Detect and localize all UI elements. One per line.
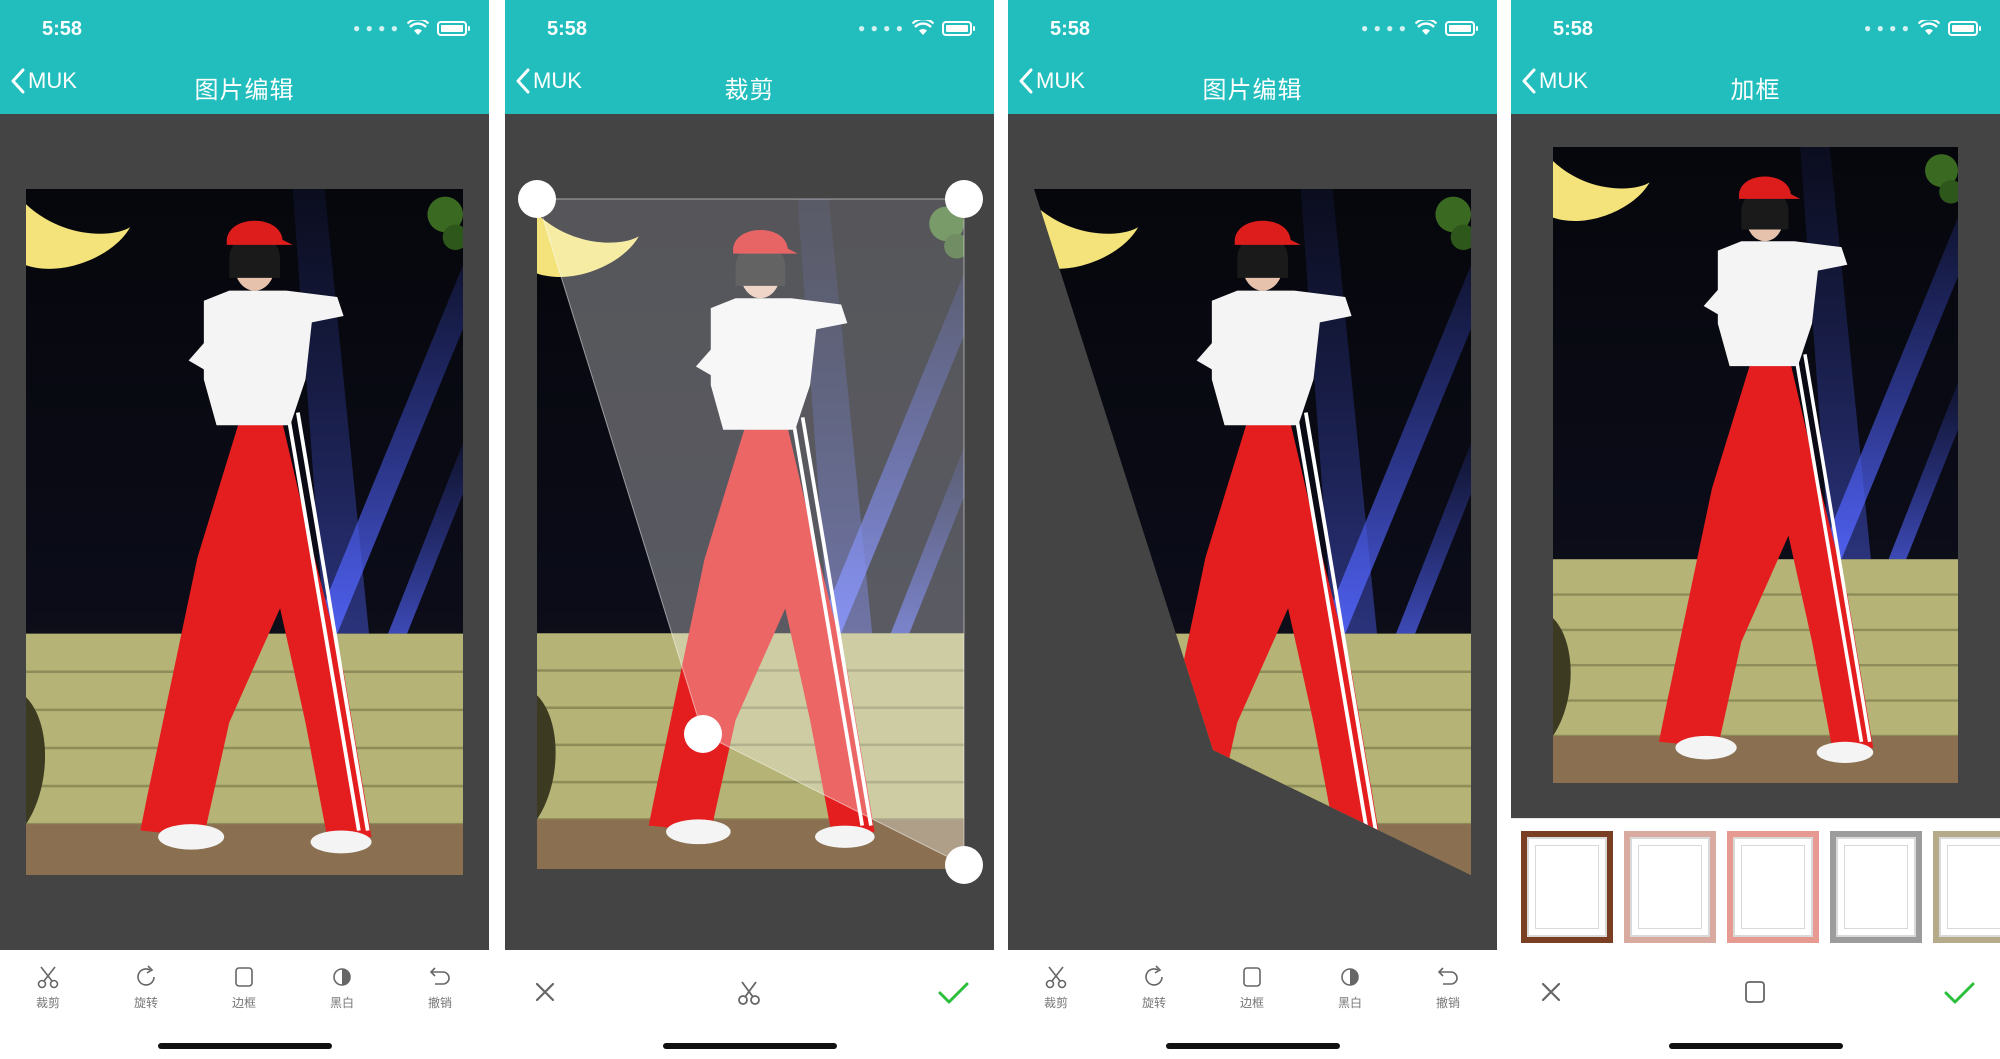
- tool-label: 边框: [231, 996, 256, 1010]
- frame-option-2[interactable]: [1624, 831, 1716, 943]
- tool-crop[interactable]: 裁剪: [18, 964, 78, 1011]
- frame-icon[interactable]: [1735, 972, 1775, 1012]
- checkmark-icon[interactable]: [1939, 972, 1979, 1012]
- tool-undo[interactable]: 撤销: [410, 964, 470, 1011]
- scissors-icon: [37, 966, 59, 989]
- photo: [1553, 147, 1958, 783]
- crop-handle-bottom-right[interactable]: [945, 846, 983, 884]
- home-indicator[interactable]: [1166, 1043, 1340, 1049]
- tool-frame[interactable]: 边框: [1222, 964, 1282, 1011]
- tool-bw[interactable]: 黑白: [312, 964, 372, 1011]
- crop-toolbar: [505, 950, 994, 1059]
- battery-icon: [942, 20, 975, 36]
- signal-icon: ● ● ● ●: [1361, 21, 1407, 35]
- frame-icon: [235, 967, 253, 987]
- page-title: 图片编辑: [194, 77, 295, 104]
- tool-label: 旋转: [133, 996, 158, 1010]
- undo-icon: [1437, 967, 1458, 985]
- status-icons: ● ● ● ●: [353, 20, 470, 36]
- tool-frame[interactable]: 边框: [214, 964, 274, 1011]
- image-canvas[interactable]: [1008, 114, 1497, 950]
- edit-toolbar: 裁剪 旋转 边框 黑白 撤销: [1008, 950, 1497, 1059]
- status-icons: ● ● ● ●: [1864, 20, 1981, 36]
- tool-label: 撤销: [1435, 996, 1460, 1010]
- frame-option-5[interactable]: [1933, 831, 2000, 943]
- tool-crop[interactable]: 裁剪: [1026, 964, 1086, 1011]
- tool-undo[interactable]: 撤销: [1418, 964, 1478, 1011]
- frame-option-4[interactable]: [1830, 831, 1922, 943]
- undo-icon: [429, 967, 450, 985]
- signal-icon: ● ● ● ●: [858, 21, 904, 35]
- scissors-icon: [1045, 966, 1067, 989]
- status-time: 5:58: [547, 18, 588, 40]
- frame-icon: [1243, 967, 1261, 987]
- contrast-icon: [1341, 968, 1359, 986]
- tool-bw[interactable]: 黑白: [1320, 964, 1380, 1011]
- image-canvas[interactable]: [505, 114, 994, 950]
- checkmark-icon[interactable]: [933, 972, 973, 1012]
- rotate-icon: [137, 965, 155, 986]
- signal-icon: ● ● ● ●: [1864, 21, 1910, 35]
- wifi-icon: [1415, 20, 1437, 35]
- frame-option-3[interactable]: [1727, 831, 1819, 943]
- wifi-icon: [407, 20, 429, 35]
- close-icon[interactable]: [525, 972, 565, 1012]
- status-icons: ● ● ● ●: [1361, 20, 1478, 36]
- nav-bar: 5:58 ● ● ● ● MUK 加框: [1511, 0, 2000, 114]
- phone-screen-crop: 5:58 ● ● ● ● MUK 裁剪: [505, 0, 994, 1059]
- scissors-icon[interactable]: [729, 972, 769, 1012]
- edit-toolbar: 裁剪 旋转 边框 黑白 撤销: [0, 950, 489, 1059]
- frame-toolbar: [1511, 950, 2000, 1059]
- page-title: 裁剪: [724, 77, 775, 104]
- tool-label: 边框: [1239, 996, 1264, 1010]
- frame-picker: [1511, 818, 2000, 950]
- crop-handle-top-left[interactable]: [518, 180, 556, 218]
- page-title: 加框: [1730, 77, 1781, 104]
- page-title: 图片编辑: [1202, 77, 1303, 104]
- signal-icon: ● ● ● ●: [353, 21, 399, 35]
- cropped-photo: [1034, 189, 1471, 875]
- tool-label: 旋转: [1141, 996, 1166, 1010]
- status-time: 5:58: [42, 18, 83, 40]
- phone-screen-edit-result: 5:58 ● ● ● ● MUK 图片编辑 裁剪 旋转 边框 黑白 撤销: [1008, 0, 1497, 1059]
- rotate-icon: [1145, 965, 1163, 986]
- wifi-icon: [912, 20, 934, 35]
- phone-screen-frame: 5:58 ● ● ● ● MUK 加框: [1511, 0, 2000, 1059]
- crop-handle-bottom-left[interactable]: [684, 715, 722, 753]
- battery-icon: [437, 20, 470, 36]
- image-canvas[interactable]: [0, 114, 489, 950]
- status-time: 5:58: [1553, 18, 1594, 40]
- tool-rotate[interactable]: 旋转: [1124, 964, 1184, 1011]
- image-canvas[interactable]: [1511, 114, 2000, 818]
- home-indicator[interactable]: [1669, 1043, 1843, 1049]
- photo: [26, 189, 463, 875]
- tool-label: 裁剪: [35, 996, 60, 1010]
- tool-label: 撤销: [427, 996, 452, 1010]
- tool-rotate[interactable]: 旋转: [116, 964, 176, 1011]
- phone-screen-edit: 5:58 ● ● ● ● MUK 图片编辑 裁剪 旋转 边框 黑白 撤销: [0, 0, 489, 1059]
- nav-bar: 5:58 ● ● ● ● MUK 图片编辑: [1008, 0, 1497, 114]
- wifi-icon: [1918, 20, 1940, 35]
- status-icons: ● ● ● ●: [858, 20, 975, 36]
- tool-label: 黑白: [329, 996, 354, 1010]
- frame-option-1[interactable]: [1521, 831, 1613, 943]
- crop-handle-top-right[interactable]: [945, 180, 983, 218]
- tool-label: 黑白: [1337, 996, 1362, 1010]
- nav-bar: 5:58 ● ● ● ● MUK 图片编辑: [0, 0, 489, 114]
- home-indicator[interactable]: [158, 1043, 332, 1049]
- nav-bar: 5:58 ● ● ● ● MUK 裁剪: [505, 0, 994, 114]
- battery-icon: [1948, 20, 1981, 36]
- status-time: 5:58: [1050, 18, 1091, 40]
- battery-icon: [1445, 20, 1478, 36]
- close-icon[interactable]: [1531, 972, 1571, 1012]
- contrast-icon: [333, 968, 351, 986]
- home-indicator[interactable]: [663, 1043, 837, 1049]
- tool-label: 裁剪: [1043, 996, 1068, 1010]
